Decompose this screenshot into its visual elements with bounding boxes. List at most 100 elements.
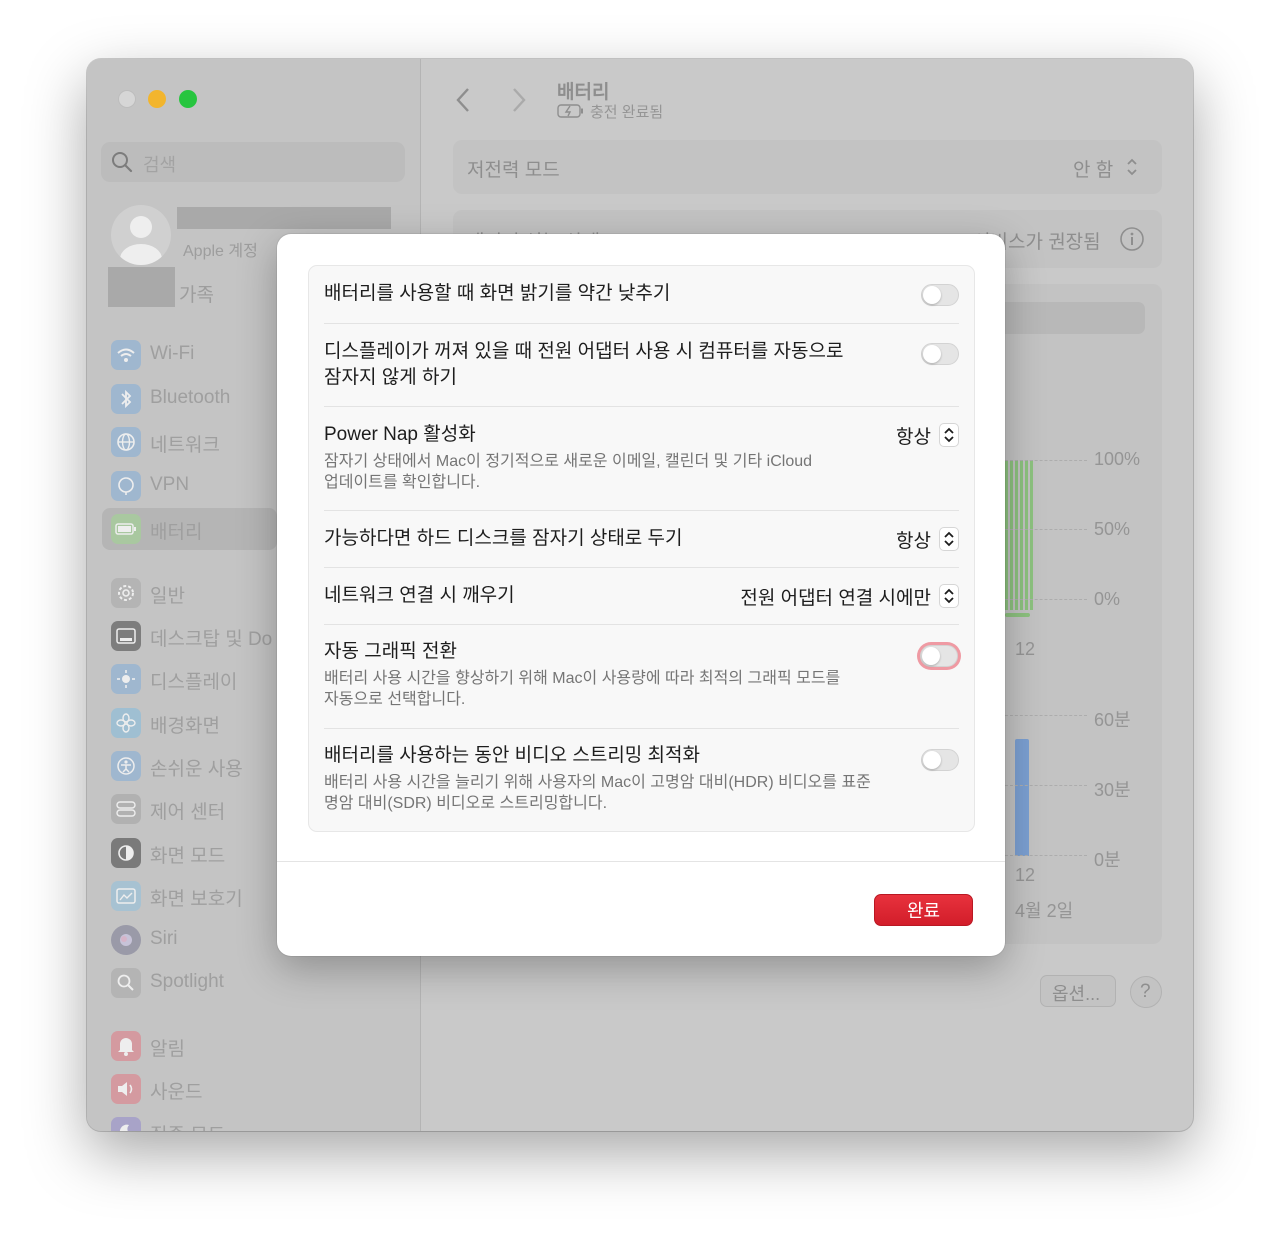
screensaver-icon — [111, 881, 141, 911]
search-icon — [112, 152, 133, 173]
optimize-video-streaming-toggle[interactable] — [921, 749, 959, 771]
wake-for-network-popup[interactable]: 전원 어댑터 연결 시에만 — [740, 583, 959, 609]
screen-time-bar — [1015, 739, 1029, 856]
row-description-line2: 업데이트를 확인합니다. — [324, 474, 481, 491]
sidebar-item-label: 화면 보호기 — [150, 889, 243, 910]
low-power-mode-value[interactable]: 안 함 — [1073, 155, 1113, 182]
back-button[interactable] — [455, 86, 471, 121]
chevron-updown-icon[interactable] — [1126, 157, 1138, 177]
low-power-mode-row: 저전력 모드 안 함 — [453, 140, 1162, 194]
sidebar-item-label: 디스플레이 — [150, 672, 238, 693]
level-axis-label-0: 0% — [1094, 589, 1121, 609]
time-gridline-30 — [1005, 785, 1087, 786]
search-field[interactable]: 검색 — [101, 142, 405, 182]
family-avatars-redacted — [108, 267, 175, 307]
wifi-icon — [111, 340, 141, 370]
options-button[interactable]: 옵션... — [1040, 975, 1116, 1007]
row-wake-for-network: 네트워크 연결 시 깨우기 전원 어댑터 연결 시에만 — [324, 568, 959, 624]
row-optimize-video-streaming: 배터리를 사용하는 동안 비디오 스트리밍 최적화 배터리 사용 시간을 늘리기… — [324, 729, 959, 830]
minimize-window-button[interactable] — [148, 90, 166, 108]
time-axis-label-0: 0분 — [1094, 850, 1121, 870]
sidebar-item-label: 사운드 — [150, 1082, 203, 1103]
sidebar-item-label: 배경화면 — [150, 716, 220, 737]
toggle-knob — [923, 286, 941, 304]
help-button-label: ? — [1140, 981, 1151, 1002]
sidebar-item-label: 알림 — [150, 1039, 185, 1060]
battery-charging-icon — [557, 104, 583, 118]
row-title-line2: 잠자지 않게 하기 — [324, 367, 457, 388]
sidebar-item-spotlight[interactable]: Spotlight — [111, 968, 411, 1000]
row-automatic-graphics-switching: 자동 그래픽 전환 배터리 사용 시간을 향상하기 위해 Mac이 사용량에 따… — [324, 625, 959, 728]
sidebar-item-label: 네트워크 — [150, 435, 220, 456]
apple-account-label: Apple 계정 — [183, 243, 258, 260]
sidebar-item-label: 일반 — [150, 586, 185, 607]
sidebar-item-label: 제어 센터 — [150, 802, 226, 823]
moon-icon — [111, 1117, 141, 1131]
chevron-right-icon — [513, 88, 526, 112]
appearance-icon — [111, 838, 141, 868]
time-axis-label-60: 60분 — [1094, 710, 1131, 730]
battery-level-baseline-bar — [1005, 613, 1030, 617]
prevent-sleep-toggle[interactable] — [921, 343, 959, 365]
date-axis-label: 4월 2일 — [1015, 901, 1074, 921]
level-gridline-100 — [1005, 460, 1087, 461]
info-icon[interactable] — [1119, 226, 1145, 252]
toggle-knob — [923, 345, 941, 363]
spotlight-search-icon — [111, 968, 141, 998]
sidebar-item-label: Wi-Fi — [150, 343, 195, 364]
vpn-globe-icon — [111, 471, 141, 501]
row-title: 배터리를 사용할 때 화면 밝기를 약간 낮추기 — [324, 283, 671, 304]
help-button[interactable]: ? — [1130, 976, 1162, 1008]
options-button-label: 옵션... — [1052, 984, 1101, 1004]
chevron-updown-icon — [939, 527, 959, 551]
sidebar-item-label: 화면 모드 — [150, 846, 226, 867]
gear-icon — [111, 578, 141, 608]
chevron-left-icon — [456, 88, 469, 112]
person-icon — [120, 216, 162, 265]
popup-value: 전원 어댑터 연결 시에만 — [740, 587, 931, 609]
zoom-window-button[interactable] — [179, 90, 197, 108]
battery-options-sheet: 배터리를 사용할 때 화면 밝기를 약간 낮추기 디스플레이가 꺼져 있을 때 … — [277, 234, 1005, 956]
sidebar-item-notifications[interactable]: 알림 — [111, 1031, 411, 1063]
level-axis-label-50: 50% — [1094, 519, 1131, 539]
time-x-axis-label: 12 — [1015, 865, 1036, 885]
row-description-line2: 자동으로 선택합니다. — [324, 691, 466, 708]
page-subtitle: 충전 완료됨 — [590, 104, 664, 121]
desktop-dock-icon — [111, 621, 141, 651]
battery-icon — [111, 514, 141, 544]
popup-value: 항상 — [896, 530, 931, 552]
bluetooth-icon — [111, 384, 141, 414]
control-center-icon — [111, 794, 141, 824]
done-button[interactable]: 완료 — [874, 894, 973, 926]
toggle-knob — [923, 751, 941, 769]
sheet-footer-divider — [277, 861, 1005, 862]
sidebar-item-label: Bluetooth — [150, 387, 231, 408]
row-title: 자동 그래픽 전환 — [324, 641, 457, 662]
power-nap-popup[interactable]: 항상 — [896, 422, 959, 448]
close-window-button[interactable] — [118, 90, 136, 108]
automatic-graphics-switching-toggle[interactable] — [920, 645, 958, 667]
battery-level-bars — [1005, 460, 1034, 610]
family-label[interactable]: 가족 — [179, 280, 214, 307]
row-description: 잠자기 상태에서 Mac이 정기적으로 새로운 이메일, 캘린더 및 기타 iC… — [324, 453, 813, 470]
globe-icon — [111, 427, 141, 457]
popup-value: 항상 — [896, 426, 931, 448]
level-x-axis-label: 12 — [1015, 639, 1036, 659]
display-sun-icon — [111, 664, 141, 694]
row-power-nap: Power Nap 활성화 잠자기 상태에서 Mac이 정기적으로 새로운 이메… — [324, 407, 959, 510]
row-title: Power Nap 활성화 — [324, 424, 476, 445]
chevron-updown-icon — [939, 584, 959, 608]
dim-display-toggle[interactable] — [921, 284, 959, 306]
time-axis-label-30: 30분 — [1094, 780, 1131, 800]
row-description: 배터리 사용 시간을 늘리기 위해 사용자의 Mac이 고명암 대비(HDR) … — [324, 774, 871, 791]
level-gridline-0 — [1005, 599, 1087, 600]
hard-disk-sleep-popup[interactable]: 항상 — [896, 526, 959, 552]
sidebar-item-focus[interactable]: 집중 모드 — [111, 1117, 411, 1131]
sidebar-item-label: VPN — [150, 474, 190, 495]
forward-button[interactable] — [511, 86, 527, 121]
row-hard-disk-sleep: 가능하다면 하드 디스크를 잠자기 상태로 두기 항상 — [324, 511, 959, 567]
redacted-account-name — [177, 207, 391, 229]
done-button-label: 완료 — [906, 901, 941, 921]
sidebar-item-sound[interactable]: 사운드 — [111, 1074, 411, 1106]
row-dim-display-on-battery: 배터리를 사용할 때 화면 밝기를 약간 낮추기 — [324, 266, 959, 323]
